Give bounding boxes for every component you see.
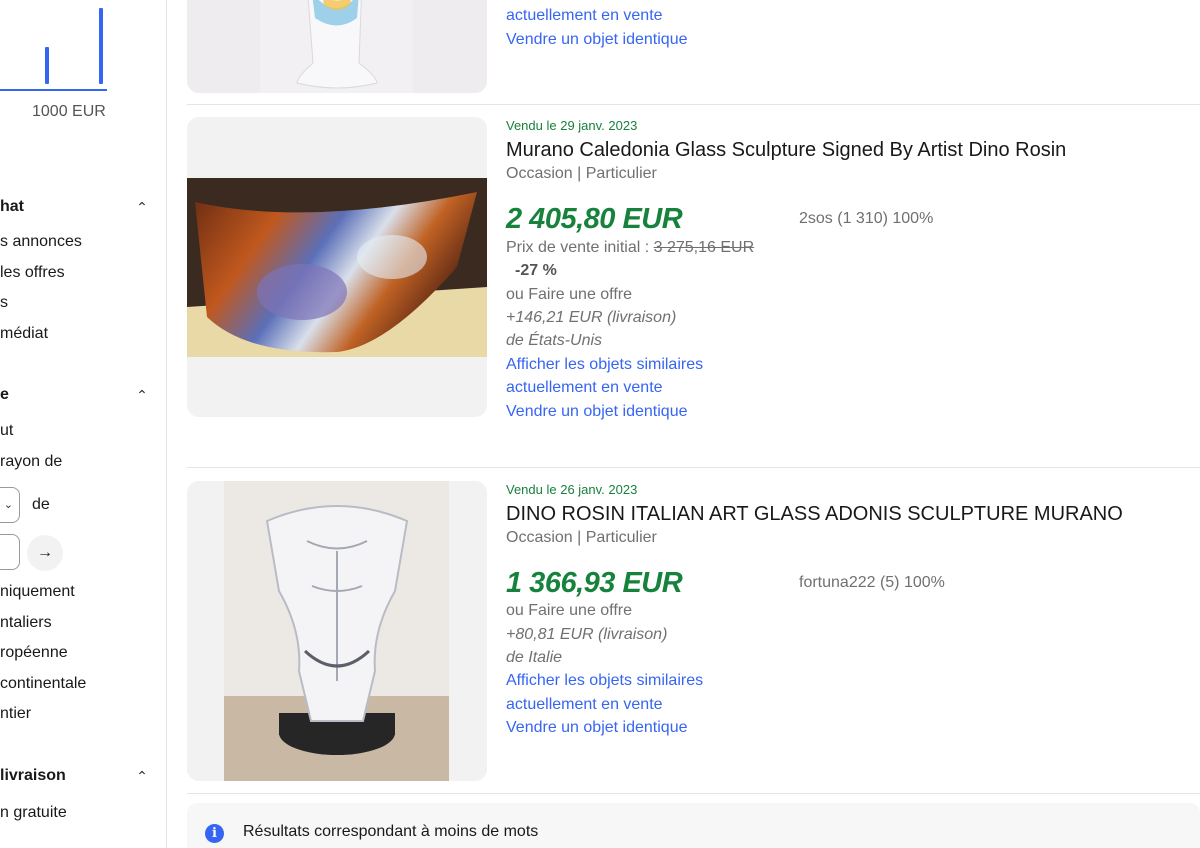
- item-title[interactable]: Murano Caledonia Glass Sculpture Signed …: [506, 139, 1066, 162]
- postal-code-input[interactable]: [0, 534, 20, 570]
- sold-price: 1 366,93 EUR: [506, 567, 683, 599]
- sell-similar-link[interactable]: Vendre un objet identique: [506, 403, 687, 421]
- radius-de-label: de: [32, 496, 50, 513]
- section-location[interactable]: e: [0, 386, 9, 404]
- seller-info: fortuna222 (5) 100%: [799, 574, 945, 591]
- initial-price: Prix de vente initial : 3 275,16 EUR: [506, 239, 754, 257]
- item-condition: Occasion | Particulier: [506, 165, 657, 182]
- glass-bowl-image: [187, 117, 487, 417]
- filter-option[interactable]: n gratuite: [0, 804, 67, 822]
- divider: [187, 104, 1200, 105]
- sold-price: 2 405,80 EUR: [506, 203, 683, 235]
- filter-sidebar: 1000 EUR hat ⌃ s annonces les offres s m…: [0, 0, 167, 848]
- initial-price-label: Prix de vente initial :: [506, 239, 654, 256]
- sell-similar-link[interactable]: Vendre un objet identique: [506, 31, 687, 49]
- sold-date: Vendu le 29 janv. 2023: [506, 118, 638, 133]
- filter-option[interactable]: rayon de: [0, 453, 62, 471]
- filter-option[interactable]: ropéenne: [0, 644, 68, 662]
- item-image[interactable]: [187, 0, 487, 93]
- similar-items-link-cont[interactable]: actuellement en vente: [506, 696, 663, 714]
- radius-select[interactable]: ⌄: [0, 487, 20, 523]
- item-image[interactable]: [187, 481, 487, 781]
- filter-option[interactable]: ntaliers: [0, 614, 52, 632]
- best-offer: ou Faire une offre: [506, 286, 633, 303]
- histogram-bar: [99, 8, 103, 84]
- histogram-baseline: [0, 89, 107, 91]
- item-title[interactable]: DINO ROSIN ITALIAN ART GLASS ADONIS SCUL…: [506, 503, 1123, 526]
- item-image[interactable]: [187, 117, 487, 417]
- shipping-cost: +146,21 EUR (livraison): [506, 309, 677, 326]
- glass-vase-image: [187, 0, 487, 93]
- seller-info: 2sos (1 310) 100%: [799, 210, 934, 227]
- discount-badge: -27 %: [515, 262, 557, 279]
- apply-location-button[interactable]: →: [27, 535, 63, 571]
- similar-items-link-cont[interactable]: actuellement en vente: [506, 379, 663, 397]
- filter-option[interactable]: ut: [0, 422, 13, 440]
- section-purchase-format[interactable]: hat: [0, 198, 24, 216]
- item-origin: de États-Unis: [506, 332, 603, 349]
- filter-option[interactable]: niquement: [0, 583, 75, 601]
- filter-option[interactable]: s annonces: [0, 233, 82, 251]
- sell-similar-link[interactable]: Vendre un objet identique: [506, 719, 687, 737]
- search-results-page: 1000 EUR hat ⌃ s annonces les offres s m…: [0, 0, 1200, 848]
- fewer-words-notice: i Résultats correspondant à moins de mot…: [187, 803, 1200, 848]
- notice-text: Résultats correspondant à moins de mots: [243, 823, 539, 840]
- sold-date: Vendu le 26 janv. 2023: [506, 482, 638, 497]
- similar-items-link[interactable]: Afficher les objets similaires: [506, 672, 703, 690]
- item-origin: de Italie: [506, 649, 563, 666]
- info-icon: i: [205, 824, 224, 843]
- section-delivery[interactable]: livraison: [0, 767, 66, 785]
- initial-price-value: 3 275,16 EUR: [653, 239, 755, 256]
- similar-items-link[interactable]: actuellement en vente: [506, 7, 663, 25]
- filter-option[interactable]: ntier: [0, 705, 31, 723]
- histogram-bar: [45, 47, 49, 84]
- best-offer: ou Faire une offre: [506, 602, 633, 619]
- chevron-up-icon[interactable]: ⌃: [133, 767, 151, 785]
- price-histogram: [0, 0, 107, 92]
- filter-option[interactable]: s: [0, 294, 8, 312]
- chevron-up-icon[interactable]: ⌃: [133, 386, 151, 404]
- glass-torso-image: [187, 481, 487, 781]
- shipping-cost: +80,81 EUR (livraison): [506, 626, 668, 643]
- filter-option[interactable]: continentale: [0, 675, 86, 693]
- filter-option[interactable]: médiat: [0, 325, 48, 343]
- similar-items-link[interactable]: Afficher les objets similaires: [506, 356, 703, 374]
- price-max-label: 1000 EUR: [32, 103, 106, 120]
- divider: [187, 467, 1200, 468]
- chevron-up-icon[interactable]: ⌃: [133, 198, 151, 216]
- filter-option[interactable]: les offres: [0, 264, 65, 282]
- arrow-right-icon: →: [37, 544, 53, 561]
- divider: [187, 793, 1200, 794]
- item-condition: Occasion | Particulier: [506, 529, 657, 546]
